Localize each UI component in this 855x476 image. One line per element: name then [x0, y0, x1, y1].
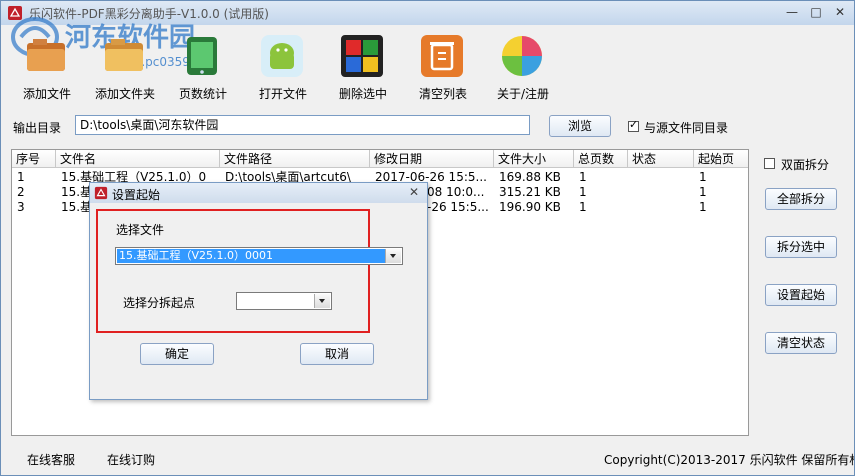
- about-register-label: 关于/注册: [496, 87, 550, 101]
- duplex-split-checkbox[interactable]: [764, 158, 775, 169]
- col-header-size[interactable]: 文件大小: [494, 150, 574, 168]
- col-header-start[interactable]: 起始页: [694, 150, 748, 168]
- split-all-button[interactable]: 全部拆分: [765, 188, 837, 210]
- duplex-split-label: 双面拆分: [781, 158, 830, 172]
- toolbar: 添加文件 添加文件夹 页数统计 打开文件 删除选中 清空列表 关于/注册: [1, 27, 601, 103]
- split-selected-button[interactable]: 拆分选中: [765, 236, 837, 258]
- add-file-button[interactable]: 添加文件: [9, 31, 85, 103]
- table-row-cell[interactable]: 1: [694, 170, 748, 185]
- tablet-icon: [187, 37, 217, 75]
- cancel-button[interactable]: 取消: [300, 343, 374, 365]
- table-row-cell[interactable]: 1: [574, 200, 628, 215]
- open-file-label: 打开文件: [258, 87, 307, 101]
- add-folder-label: 添加文件夹: [94, 87, 155, 101]
- same-dir-label: 与源文件同目录: [644, 121, 729, 135]
- col-header-path[interactable]: 文件路径: [220, 150, 370, 168]
- table-row-cell[interactable]: [628, 200, 694, 215]
- set-start-dialog: 设置起始 ✕ 选择文件 15.基础工程（V25.1.0）0001 选择分拆起点 …: [89, 182, 428, 400]
- clear-list-label: 清空列表: [418, 87, 467, 101]
- table-row-cell[interactable]: 1: [574, 185, 628, 200]
- table-row-cell[interactable]: 1: [12, 170, 56, 185]
- table-row-cell[interactable]: 2: [12, 185, 56, 200]
- col-header-date[interactable]: 修改日期: [370, 150, 494, 168]
- table-row-cell[interactable]: 3: [12, 200, 56, 215]
- dialog-title-bar: 设置起始 ✕: [90, 183, 427, 203]
- col-header-status[interactable]: 状态: [628, 150, 694, 168]
- app-window: 乐闪软件-PDF黑彩分离助手-V1.0.0 (试用版) — □ ✕ 河东软件园 …: [0, 0, 855, 476]
- chevron-down-icon[interactable]: [385, 249, 401, 263]
- page-count-button[interactable]: 页数统计: [165, 31, 241, 103]
- chevron-down-icon[interactable]: [314, 294, 330, 308]
- output-dir-input[interactable]: D:\tools\桌面\河东软件园: [75, 115, 530, 135]
- table-row-cell[interactable]: 196.90 KB: [494, 200, 574, 215]
- clear-list-button[interactable]: 清空列表: [405, 31, 481, 103]
- colorful-balloon-icon: [502, 36, 542, 76]
- minimize-button[interactable]: —: [781, 4, 803, 20]
- col-header-name[interactable]: 文件名: [56, 150, 220, 168]
- ok-button[interactable]: 确定: [140, 343, 214, 365]
- add-file-label: 添加文件: [22, 87, 71, 101]
- output-dir-label: 输出目录: [13, 121, 62, 135]
- col-header-no[interactable]: 序号: [12, 150, 56, 168]
- table-row-cell[interactable]: 1: [694, 200, 748, 215]
- folder-open-icon: [27, 39, 65, 71]
- split-point-dropdown[interactable]: [236, 292, 332, 310]
- selected-file-text: 15.基础工程（V25.1.0）0001: [117, 249, 385, 263]
- browse-button[interactable]: 浏览: [549, 115, 611, 137]
- table-row-cell[interactable]: 1: [574, 170, 628, 185]
- table-row-cell[interactable]: 315.21 KB: [494, 185, 574, 200]
- dialog-title: 设置起始: [112, 188, 161, 202]
- add-folder-button[interactable]: 添加文件夹: [87, 31, 163, 103]
- table-row-cell[interactable]: 08 10:0...: [422, 185, 494, 200]
- table-row-cell[interactable]: [628, 170, 694, 185]
- split-point-value: [238, 294, 314, 308]
- select-file-label: 选择文件: [116, 223, 165, 237]
- page-count-label: 页数统计: [178, 87, 227, 101]
- folder-add-icon: [105, 39, 143, 71]
- table-row-cell[interactable]: 1: [694, 185, 748, 200]
- select-file-dropdown[interactable]: 15.基础工程（V25.1.0）0001: [115, 247, 403, 265]
- table-row-cell[interactable]: [628, 185, 694, 200]
- open-file-button[interactable]: 打开文件: [245, 31, 321, 103]
- android-icon: [261, 35, 303, 77]
- online-support-link[interactable]: 在线客服: [27, 451, 75, 468]
- windows-tiles-icon: [341, 35, 383, 77]
- recycle-icon: [421, 35, 463, 77]
- dialog-close-button[interactable]: ✕: [409, 185, 419, 199]
- table-row-cell[interactable]: 169.88 KB: [494, 170, 574, 185]
- maximize-button[interactable]: □: [805, 4, 827, 20]
- delete-selected-button[interactable]: 删除选中: [325, 31, 401, 103]
- delete-selected-label: 删除选中: [338, 87, 387, 101]
- split-point-label: 选择分拆起点: [123, 296, 196, 310]
- online-order-link[interactable]: 在线订购: [107, 451, 155, 468]
- close-button[interactable]: ✕: [829, 4, 851, 20]
- pdf-app-icon: [94, 186, 108, 200]
- set-start-button[interactable]: 设置起始: [765, 284, 837, 306]
- clear-status-button[interactable]: 清空状态: [765, 332, 837, 354]
- about-register-button[interactable]: 关于/注册: [485, 31, 561, 103]
- copyright-text: Copyright(C)2013-2017 乐闪软件 保留所有权利: [604, 453, 855, 467]
- col-header-pages[interactable]: 总页数: [574, 150, 628, 168]
- same-dir-checkbox[interactable]: [628, 118, 639, 132]
- table-row-cell[interactable]: -26 15:5...: [422, 200, 494, 215]
